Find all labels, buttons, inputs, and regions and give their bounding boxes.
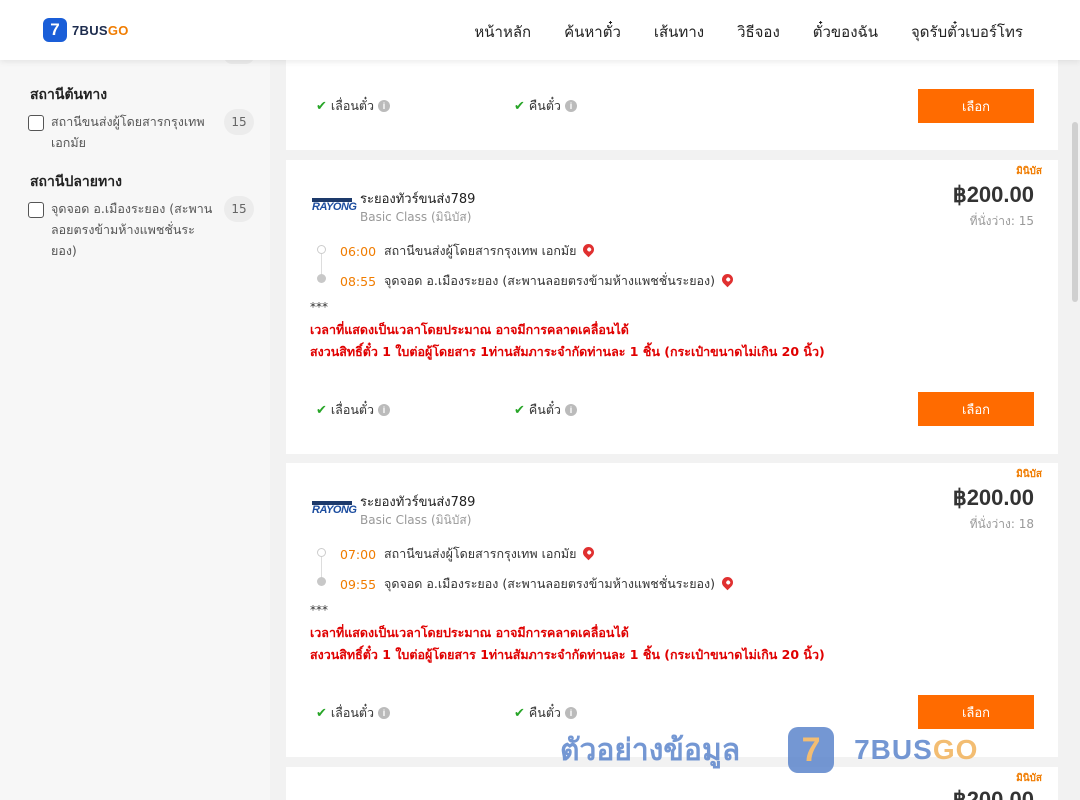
- reschedule-feature: ✔ เลื่อนตั๋ว i: [316, 703, 391, 723]
- map-pin-icon[interactable]: [581, 241, 597, 257]
- map-pin-icon[interactable]: [719, 271, 736, 287]
- operator-name: ระยองทัวร์ขนส่ง789: [360, 495, 476, 510]
- luggage-policy: สงวนสิทธิ์ตั๋ว 1 ใบต่อผู้โดยสาร 1ท่านสัม…: [310, 344, 825, 359]
- destination-filter-option[interactable]: จุดจอด อ.เมืองระยอง (สะพานลอยตรงข้ามห้าง…: [28, 196, 254, 261]
- scroll-thumb[interactable]: [1072, 122, 1078, 302]
- refund-feature: ✔ คืนตั๋ว i: [514, 703, 577, 723]
- check-icon: ✔: [514, 402, 525, 418]
- reschedule-feature: ✔ เลื่อนตั๋ว i: [316, 96, 391, 116]
- top-header: 7 7BUSGO หน้าหลัก ค้นหาตั๋ว เส้นทาง วิธี…: [0, 0, 1080, 60]
- page-scrollbar[interactable]: [1070, 60, 1080, 800]
- destination-option-label: จุดจอด อ.เมืองระยอง (สะพานลอยตรงข้ามห้าง…: [51, 201, 213, 258]
- ticket-price: ฿200.00: [952, 787, 1034, 800]
- departure-stop: 06:00 สถานีขนส่งผู้โดยสารกรุงเทพ เอกมัย: [340, 241, 597, 261]
- info-icon[interactable]: i: [564, 707, 577, 719]
- watermark-brand: 7BUSGO: [854, 734, 979, 765]
- info-icon[interactable]: i: [378, 707, 391, 719]
- info-icon[interactable]: i: [564, 100, 577, 112]
- watermark-text: ตัวอย่างข้อมูล: [560, 732, 741, 768]
- nav-my-tickets[interactable]: ตั๋วของฉัน: [813, 20, 878, 44]
- nav-how-to-book[interactable]: วิธีจอง: [737, 20, 780, 44]
- origin-filter-option[interactable]: สถานีขนส่งผู้โดยสารกรุงเทพ เอกมัย 15: [28, 109, 254, 153]
- time-disclaimer: เวลาที่แสดงเป็นเวลาโดยประมาณ อาจมีการคลา…: [310, 625, 629, 640]
- arrival-dot-icon: [317, 274, 326, 283]
- arrival-stop: 09:55 จุดจอด อ.เมืองระยอง (สะพานลอยตรงข้า…: [340, 574, 736, 594]
- trip-card: มินิบัส RAYONG ระยองทัวร์ขนส่ง789 Basic …: [286, 463, 1058, 757]
- map-pin-icon[interactable]: [581, 544, 597, 560]
- arrival-station: จุดจอด อ.เมืองระยอง (สะพานลอยตรงข้ามห้าง…: [384, 273, 716, 288]
- service-class: Basic Class (มินิบัส): [360, 210, 472, 224]
- check-icon: ✔: [316, 98, 327, 114]
- note-marker: ***: [310, 603, 328, 617]
- filter-sidebar: สถานีต้นทาง สถานีขนส่งผู้โดยสารกรุงเทพ เ…: [0, 48, 270, 800]
- info-icon[interactable]: i: [378, 404, 391, 416]
- refund-feature: ✔ คืนตั๋ว i: [514, 96, 577, 116]
- seats-available: ที่นั่งว่าง: 18: [969, 517, 1034, 531]
- seats-available: ที่นั่งว่าง: 15: [969, 214, 1034, 228]
- departure-dot-icon: [317, 245, 326, 254]
- vehicle-type-tag: มินิบัส: [1016, 773, 1042, 784]
- destination-checkbox[interactable]: [28, 202, 44, 218]
- refund-feature: ✔ คืนตั๋ว i: [514, 400, 577, 420]
- luggage-policy: สงวนสิทธิ์ตั๋ว 1 ใบต่อผู้โดยสาร 1ท่านสัม…: [310, 647, 825, 662]
- operator-name: ระยองทัวร์ขนส่ง789: [360, 192, 476, 207]
- arrival-stop: 08:55 จุดจอด อ.เมืองระยอง (สะพานลอยตรงข้า…: [340, 271, 736, 291]
- nav-search-tickets[interactable]: ค้นหาตั๋ว: [564, 20, 621, 44]
- trip-card: มินิบัส RAYONG ระยองทัวร์ขนส่ง789 Basic …: [286, 160, 1058, 454]
- ticket-price: ฿200.00: [952, 485, 1034, 510]
- arrival-time: 08:55: [340, 273, 377, 289]
- nav-routes[interactable]: เส้นทาง: [654, 20, 704, 44]
- departure-stop: 07:00 สถานีขนส่งผู้โดยสารกรุงเทพ เอกมัย: [340, 544, 597, 564]
- select-button[interactable]: เลือก: [918, 695, 1034, 729]
- main-nav: หน้าหลัก ค้นหาตั๋ว เส้นทาง วิธีจอง ตั๋วข…: [474, 20, 1023, 44]
- nav-ticket-pickup[interactable]: จุดรับตั๋วเบอร์โทร: [911, 20, 1023, 44]
- logo-mark-icon: 7: [43, 18, 67, 42]
- arrival-dot-icon: [317, 577, 326, 586]
- check-icon: ✔: [514, 98, 525, 114]
- arrival-station: จุดจอด อ.เมืองระยอง (สะพานลอยตรงข้ามห้าง…: [384, 576, 716, 591]
- departure-dot-icon: [317, 548, 326, 557]
- operator-logo: RAYONG: [312, 198, 357, 214]
- destination-count-badge: 15: [224, 196, 254, 222]
- departure-station: สถานีขนส่งผู้โดยสารกรุงเทพ เอกมัย: [384, 243, 577, 258]
- check-icon: ✔: [316, 705, 327, 721]
- note-marker: ***: [310, 300, 328, 314]
- reschedule-feature: ✔ เลื่อนตั๋ว i: [316, 400, 391, 420]
- operator-logo: RAYONG: [312, 501, 357, 517]
- check-icon: ✔: [514, 705, 525, 721]
- vehicle-type-tag: มินิบัส: [1016, 166, 1042, 177]
- destination-filter-title: สถานีปลายทาง: [30, 174, 122, 190]
- logo-text: 7BUSGO: [72, 22, 129, 38]
- vehicle-type-tag: มินิบัส: [1016, 469, 1042, 480]
- check-icon: ✔: [316, 402, 327, 418]
- origin-checkbox[interactable]: [28, 115, 44, 131]
- departure-time: 07:00: [340, 546, 377, 562]
- select-button[interactable]: เลือก: [918, 89, 1034, 123]
- service-class: Basic Class (มินิบัส): [360, 513, 472, 527]
- info-icon[interactable]: i: [564, 404, 577, 416]
- ticket-price: ฿200.00: [952, 182, 1034, 207]
- sample-watermark: ตัวอย่างข้อมูล 7 7BUSGO: [560, 726, 978, 774]
- time-disclaimer: เวลาที่แสดงเป็นเวลาโดยประมาณ อาจมีการคลา…: [310, 322, 629, 337]
- brand-logo[interactable]: 7 7BUSGO: [43, 18, 129, 42]
- info-icon[interactable]: i: [378, 100, 391, 112]
- origin-option-label: สถานีขนส่งผู้โดยสารกรุงเทพ เอกมัย: [51, 114, 205, 150]
- trip-card-partial: ✔ เลื่อนตั๋ว i ✔ คืนตั๋ว i เลือก: [286, 60, 1058, 150]
- origin-count-badge: 15: [224, 109, 254, 135]
- origin-filter-title: สถานีต้นทาง: [30, 87, 108, 103]
- map-pin-icon[interactable]: [719, 574, 736, 590]
- nav-home[interactable]: หน้าหลัก: [474, 20, 531, 44]
- departure-station: สถานีขนส่งผู้โดยสารกรุงเทพ เอกมัย: [384, 546, 577, 561]
- watermark-logo-icon: 7: [788, 727, 835, 773]
- select-button[interactable]: เลือก: [918, 392, 1034, 426]
- departure-time: 06:00: [340, 243, 377, 259]
- arrival-time: 09:55: [340, 576, 377, 592]
